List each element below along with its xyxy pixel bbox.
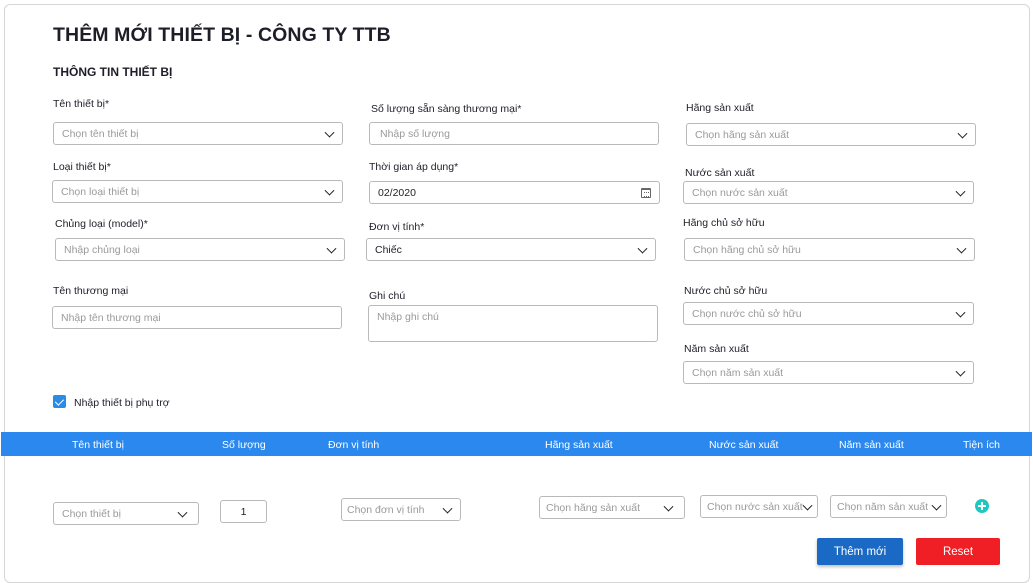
add-button[interactable]: Thêm mới — [817, 538, 903, 565]
don-vi-tinh-select[interactable]: Chiếc — [366, 238, 656, 261]
col-so-luong: Số lượng — [222, 439, 266, 451]
don-vi-tinh-label: Đơn vị tính* — [369, 221, 425, 233]
chevron-down-icon — [957, 128, 968, 139]
hang-chu-so-huu-select[interactable]: Chọn hãng chủ sở hữu — [684, 238, 975, 261]
row-thiet-bi-placeholder: Chọn thiết bị — [62, 507, 121, 520]
so-luong-input[interactable]: Nhập số lượng — [369, 122, 659, 145]
chevron-down-icon — [637, 243, 648, 254]
section-title: THÔNG TIN THIẾT BỊ — [53, 65, 173, 79]
so-luong-placeholder: Nhập số lượng — [380, 127, 450, 140]
chung-loai-placeholder: Nhập chủng loại — [64, 243, 140, 256]
chevron-down-icon — [326, 243, 337, 254]
don-vi-tinh-value: Chiếc — [375, 243, 402, 256]
row-nuoc-san-xuat-select[interactable]: Chọn nước sản xuất — [700, 495, 818, 518]
ghi-chu-label: Ghi chú — [369, 290, 406, 302]
col-nam-san-xuat: Năm sản xuất — [839, 439, 904, 451]
chevron-down-icon — [931, 500, 942, 511]
hang-chu-so-huu-label: Hãng chủ sở hữu — [683, 217, 765, 229]
chevron-down-icon — [956, 243, 967, 254]
thoi-gian-value: 02/2020 — [378, 186, 416, 199]
loai-thiet-bi-label: Loại thiết bị* — [53, 161, 111, 173]
row-hang-san-xuat-placeholder: Chọn hãng sản xuất — [546, 501, 640, 514]
chevron-down-icon — [955, 366, 966, 377]
nuoc-san-xuat-placeholder: Chọn nước sản xuất — [692, 186, 788, 199]
nuoc-san-xuat-select[interactable]: Chọn nước sản xuất — [683, 181, 974, 204]
col-tien-ich: Tiện ích — [963, 439, 1000, 451]
phu-tro-checkbox[interactable] — [53, 395, 66, 408]
loai-thiet-bi-placeholder: Chọn loại thiết bị — [61, 185, 140, 198]
chung-loai-select[interactable]: Nhập chủng loại — [55, 238, 345, 261]
col-don-vi-tinh: Đơn vị tính — [328, 439, 380, 451]
ten-thiet-bi-select[interactable]: Chọn tên thiết bị — [53, 122, 343, 145]
hang-san-xuat-placeholder: Chọn hãng sản xuất — [695, 128, 789, 141]
row-so-luong-value: 1 — [240, 505, 247, 518]
chevron-down-icon — [955, 307, 966, 318]
hang-san-xuat-label: Hãng sản xuất — [686, 102, 754, 114]
row-don-vi-tinh-select[interactable]: Chọn đơn vị tính — [341, 498, 461, 521]
phu-tro-label: Nhập thiết bị phụ trợ — [74, 397, 170, 409]
nuoc-san-xuat-label: Nước sản xuất — [685, 167, 755, 179]
nam-san-xuat-placeholder: Chọn năm sản xuất — [692, 366, 784, 379]
ten-thuong-mai-input[interactable]: Nhập tên thương mại — [52, 306, 342, 329]
col-nuoc-san-xuat: Nước sản xuất — [709, 439, 779, 451]
row-hang-san-xuat-select[interactable]: Chọn hãng sản xuất — [539, 496, 685, 519]
chevron-down-icon — [955, 186, 966, 197]
thoi-gian-input[interactable]: 02/2020 — [369, 181, 660, 204]
nam-san-xuat-select[interactable]: Chọn năm sản xuất — [683, 361, 974, 384]
chung-loai-label: Chủng loại (model)* — [55, 218, 148, 230]
chevron-down-icon — [324, 127, 335, 138]
col-ten-thiet-bi: Tên thiết bị — [72, 439, 124, 451]
ghi-chu-textarea[interactable]: Nhập ghi chú — [368, 305, 658, 342]
chevron-down-icon — [324, 185, 335, 196]
row-thiet-bi-select[interactable]: Chọn thiết bị — [53, 502, 199, 525]
row-don-vi-tinh-placeholder: Chọn đơn vị tính — [347, 503, 425, 516]
ten-thiet-bi-label: Tên thiết bị* — [53, 98, 110, 110]
col-hang-san-xuat: Hãng sản xuất — [545, 439, 613, 451]
page-title: THÊM MỚI THIẾT BỊ - CÔNG TY TTB — [53, 24, 391, 46]
hang-chu-so-huu-placeholder: Chọn hãng chủ sở hữu — [693, 243, 801, 256]
nam-san-xuat-label: Năm sản xuất — [684, 343, 749, 355]
nuoc-chu-so-huu-label: Nước chủ sở hữu — [684, 285, 768, 297]
ten-thiet-bi-placeholder: Chọn tên thiết bị — [62, 127, 139, 140]
nuoc-chu-so-huu-placeholder: Chọn nước chủ sở hữu — [692, 307, 802, 320]
thoi-gian-label: Thời gian áp dụng* — [369, 161, 459, 173]
row-nuoc-san-xuat-placeholder: Chọn nước sản xuất — [707, 500, 803, 513]
ten-thuong-mai-label: Tên thương mại — [53, 285, 129, 297]
chevron-down-icon — [663, 501, 674, 512]
chevron-down-icon — [177, 507, 188, 518]
calendar-icon[interactable] — [641, 188, 651, 198]
so-luong-label: Số lượng sẵn sàng thương mại* — [371, 103, 522, 115]
chevron-down-icon — [802, 500, 813, 511]
ghi-chu-placeholder: Nhập ghi chú — [377, 311, 439, 323]
ten-thuong-mai-placeholder: Nhập tên thương mại — [61, 311, 161, 324]
nuoc-chu-so-huu-select[interactable]: Chọn nước chủ sở hữu — [683, 302, 974, 325]
row-so-luong-input[interactable]: 1 — [220, 500, 267, 523]
table-header: Tên thiết bị Số lượng Đơn vị tính Hãng s… — [1, 432, 1032, 456]
add-row-plus-icon[interactable] — [975, 499, 989, 513]
chevron-down-icon — [442, 503, 453, 514]
row-nam-san-xuat-select[interactable]: Chọn năm sản xuất — [830, 495, 947, 518]
row-nam-san-xuat-placeholder: Chọn năm sản xuất — [837, 500, 929, 513]
hang-san-xuat-select[interactable]: Chọn hãng sản xuất — [686, 123, 976, 146]
reset-button[interactable]: Reset — [916, 538, 1000, 565]
loai-thiet-bi-select[interactable]: Chọn loại thiết bị — [52, 180, 343, 203]
